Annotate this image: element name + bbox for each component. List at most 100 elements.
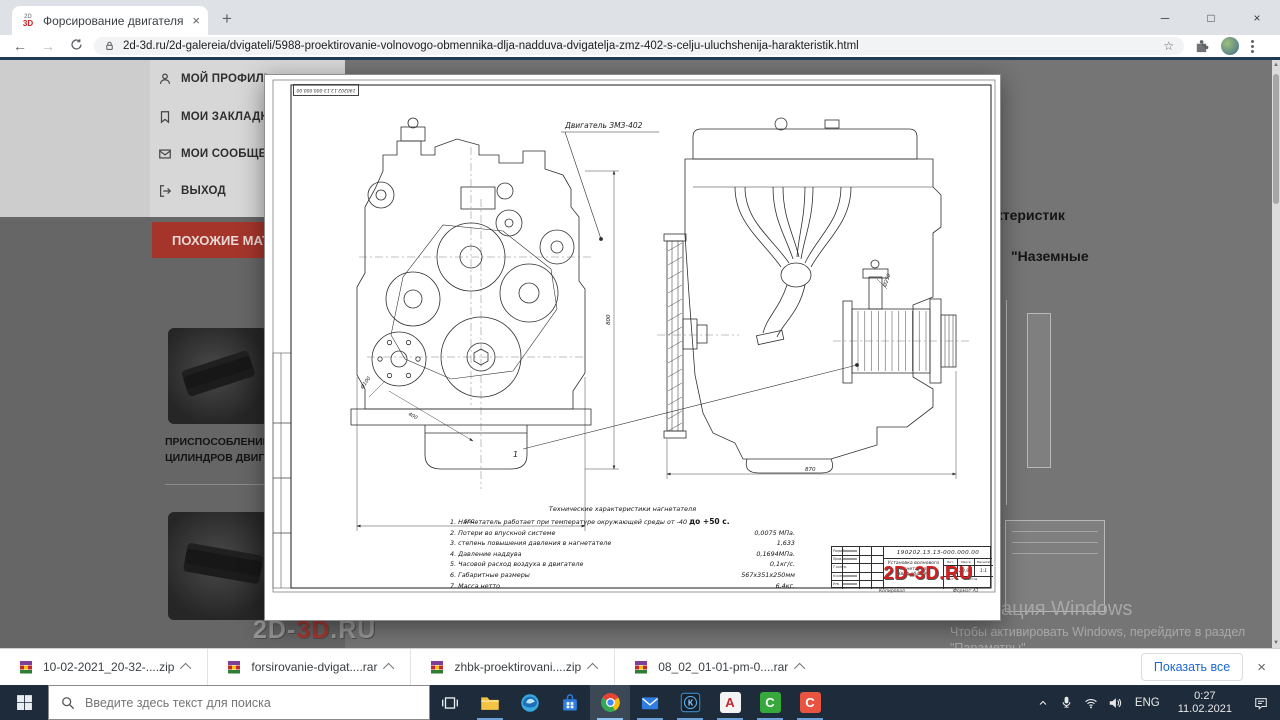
window-maximize-button[interactable]: □ xyxy=(1188,0,1234,35)
related-item-thumbnail[interactable] xyxy=(168,328,268,424)
tab-strip: 2D3D Форсирование двигателя ЗМЗ-... × + … xyxy=(0,0,1280,35)
drawing-watermark-logo: 2D-3D.RU xyxy=(883,562,973,583)
downloads-bar-close-icon[interactable]: × xyxy=(1257,659,1266,676)
browser-toolbar: ← → 2d-3d.ru/2d-galereia/dvigateli/5988-… xyxy=(0,35,1280,57)
downloads-bar: 10-02-2021_20-32-....zip forsirovanie-dv… xyxy=(0,648,1280,685)
reload-button[interactable] xyxy=(62,38,90,54)
envelope-icon xyxy=(158,147,172,161)
speaker-icon[interactable] xyxy=(1103,685,1127,720)
engine-front-view xyxy=(350,117,593,489)
format-label: Формат А1 xyxy=(953,589,979,594)
taskbar-app-chrome[interactable] xyxy=(590,685,630,720)
engine-side-view xyxy=(657,117,971,474)
scroll-down-arrow[interactable]: ▼ xyxy=(1272,638,1280,648)
svg-text:870: 870 xyxy=(805,467,816,473)
chevron-up-icon[interactable] xyxy=(180,662,192,675)
download-item[interactable]: 08_02_01-01-pm-0....rar xyxy=(615,649,821,685)
bookmark-icon xyxy=(158,110,172,124)
sidebar-item-label: МОЙ ПРОФИЛЬ xyxy=(181,73,273,85)
drawing-labels: Двигатель ЗМЗ-402 1 660 800 400 Ø100 870… xyxy=(358,121,892,525)
wifi-icon[interactable] xyxy=(1079,685,1103,720)
show-all-downloads-button[interactable]: Показать все xyxy=(1140,653,1244,681)
bookmark-star-icon[interactable]: ☆ xyxy=(1163,39,1174,53)
scroll-up-arrow[interactable]: ▲ xyxy=(1272,60,1280,70)
screen: МОЙ ПРОФИЛЬ МОИ ЗАКЛАДКИ МОИ СООБЩЕНИЯ В… xyxy=(0,0,1280,720)
download-item[interactable]: forsirovanie-dvigat....rar xyxy=(208,649,412,685)
download-item[interactable]: 10-02-2021_20-32-....zip xyxy=(0,649,209,685)
page-scrollbar[interactable]: ▲ ▼ xyxy=(1272,60,1280,648)
chevron-up-icon[interactable] xyxy=(794,662,806,675)
url-text: 2d-3d.ru/2d-galereia/dvigateli/5988-proe… xyxy=(123,40,859,52)
download-item[interactable]: zhbk-proektirovani....zip xyxy=(411,649,616,685)
drawing-number: 190202.13.13-000.000.00 xyxy=(883,547,992,559)
site-logo: 2D-3D.RU xyxy=(253,616,377,644)
taskbar-app-edge[interactable] xyxy=(510,685,550,720)
technical-characteristics: Технические характеристики нагнетателя 1… xyxy=(450,505,795,590)
dimmed-content-edge xyxy=(1006,300,1007,505)
extensions-puzzle-icon[interactable] xyxy=(1194,39,1209,54)
red-c-app-icon: C xyxy=(799,692,821,713)
search-icon xyxy=(62,696,75,709)
taskbar-search-box[interactable] xyxy=(48,685,430,720)
microsoft-store-icon xyxy=(563,693,577,710)
profile-avatar[interactable] xyxy=(1221,37,1239,55)
new-tab-button[interactable]: + xyxy=(222,9,232,29)
red-a-app-icon: А xyxy=(719,692,741,713)
mail-icon xyxy=(641,696,659,709)
kompas-icon: К xyxy=(680,692,700,713)
taskbar-app-store[interactable] xyxy=(550,685,590,720)
lightbox-drawing-image[interactable]: Двигатель ЗМЗ-402 1 660 800 400 Ø100 870… xyxy=(265,75,1000,620)
language-indicator[interactable]: ENG xyxy=(1127,697,1168,709)
download-filename: 10-02-2021_20-32-....zip xyxy=(43,660,175,674)
action-center-icon xyxy=(1255,697,1267,710)
tab-close-icon[interactable]: × xyxy=(192,13,200,28)
archive-icon xyxy=(431,661,444,674)
svg-text:Ø250: Ø250 xyxy=(881,273,893,289)
start-button[interactable] xyxy=(0,685,48,720)
chevron-up-icon[interactable] xyxy=(587,662,599,675)
sheet-corner-stamp: 190202.13.13-000.000.00 xyxy=(293,84,359,96)
scrollbar-thumb[interactable] xyxy=(1273,74,1279,204)
file-explorer-icon xyxy=(481,696,499,710)
forward-button[interactable]: → xyxy=(34,38,62,54)
window-close-button[interactable]: × xyxy=(1234,0,1280,35)
windows-taskbar: К А C C ENG 0:27 11. xyxy=(0,685,1280,720)
download-filename: zhbk-proektirovani....zip xyxy=(454,660,582,674)
green-c-app-icon: C xyxy=(759,692,781,713)
page-text-fragment: "Наземные xyxy=(1011,248,1089,264)
padlock-icon xyxy=(106,41,113,50)
tech-title: Технические характеристики нагнетателя xyxy=(548,505,697,513)
taskbar-app-camtasia[interactable]: C xyxy=(750,685,790,720)
browser-tab[interactable]: 2D3D Форсирование двигателя ЗМЗ-... × xyxy=(12,6,208,35)
related-item-thumbnail[interactable] xyxy=(168,512,278,620)
download-filename: forsirovanie-dvigat....rar xyxy=(251,660,378,674)
action-center-button[interactable] xyxy=(1242,685,1280,720)
sidebar-item-logout[interactable]: ВЫХОД xyxy=(158,184,226,198)
taskbar-app-ascon[interactable]: А xyxy=(710,685,750,720)
exit-icon xyxy=(158,184,172,198)
browser-menu-icon[interactable] xyxy=(1251,39,1254,53)
taskbar-app-c-red[interactable]: C xyxy=(790,685,830,720)
search-input[interactable] xyxy=(85,695,385,710)
tray-chevron-icon[interactable] xyxy=(1031,685,1055,720)
dimmed-drawing-preview xyxy=(1027,313,1051,468)
taskbar-app-file-explorer[interactable] xyxy=(470,685,510,720)
chevron-up-icon[interactable] xyxy=(383,662,395,675)
task-view-button[interactable] xyxy=(430,685,470,720)
sidebar-item-profile[interactable]: МОЙ ПРОФИЛЬ xyxy=(158,72,272,86)
address-bar[interactable]: 2d-3d.ru/2d-galereia/dvigateli/5988-proe… xyxy=(94,37,1184,55)
archive-icon xyxy=(635,661,648,674)
back-button[interactable]: ← xyxy=(6,38,34,54)
sidebar-item-bookmarks[interactable]: МОИ ЗАКЛАДКИ xyxy=(158,110,276,124)
taskbar-app-mail[interactable] xyxy=(630,685,670,720)
user-icon xyxy=(158,72,172,86)
taskbar-clock[interactable]: 0:27 11.02.2021 xyxy=(1168,690,1242,716)
site-header-edge xyxy=(0,57,1280,60)
windows-logo-icon xyxy=(16,695,32,710)
window-minimize-button[interactable]: ─ xyxy=(1142,0,1188,35)
microphone-icon[interactable] xyxy=(1055,685,1079,720)
taskbar-app-kompas[interactable]: К xyxy=(670,685,710,720)
tab-title: Форсирование двигателя ЗМЗ-... xyxy=(43,13,183,28)
copied-label: Копировал xyxy=(879,589,905,594)
site-favicon: 2D 3D xyxy=(22,13,34,28)
